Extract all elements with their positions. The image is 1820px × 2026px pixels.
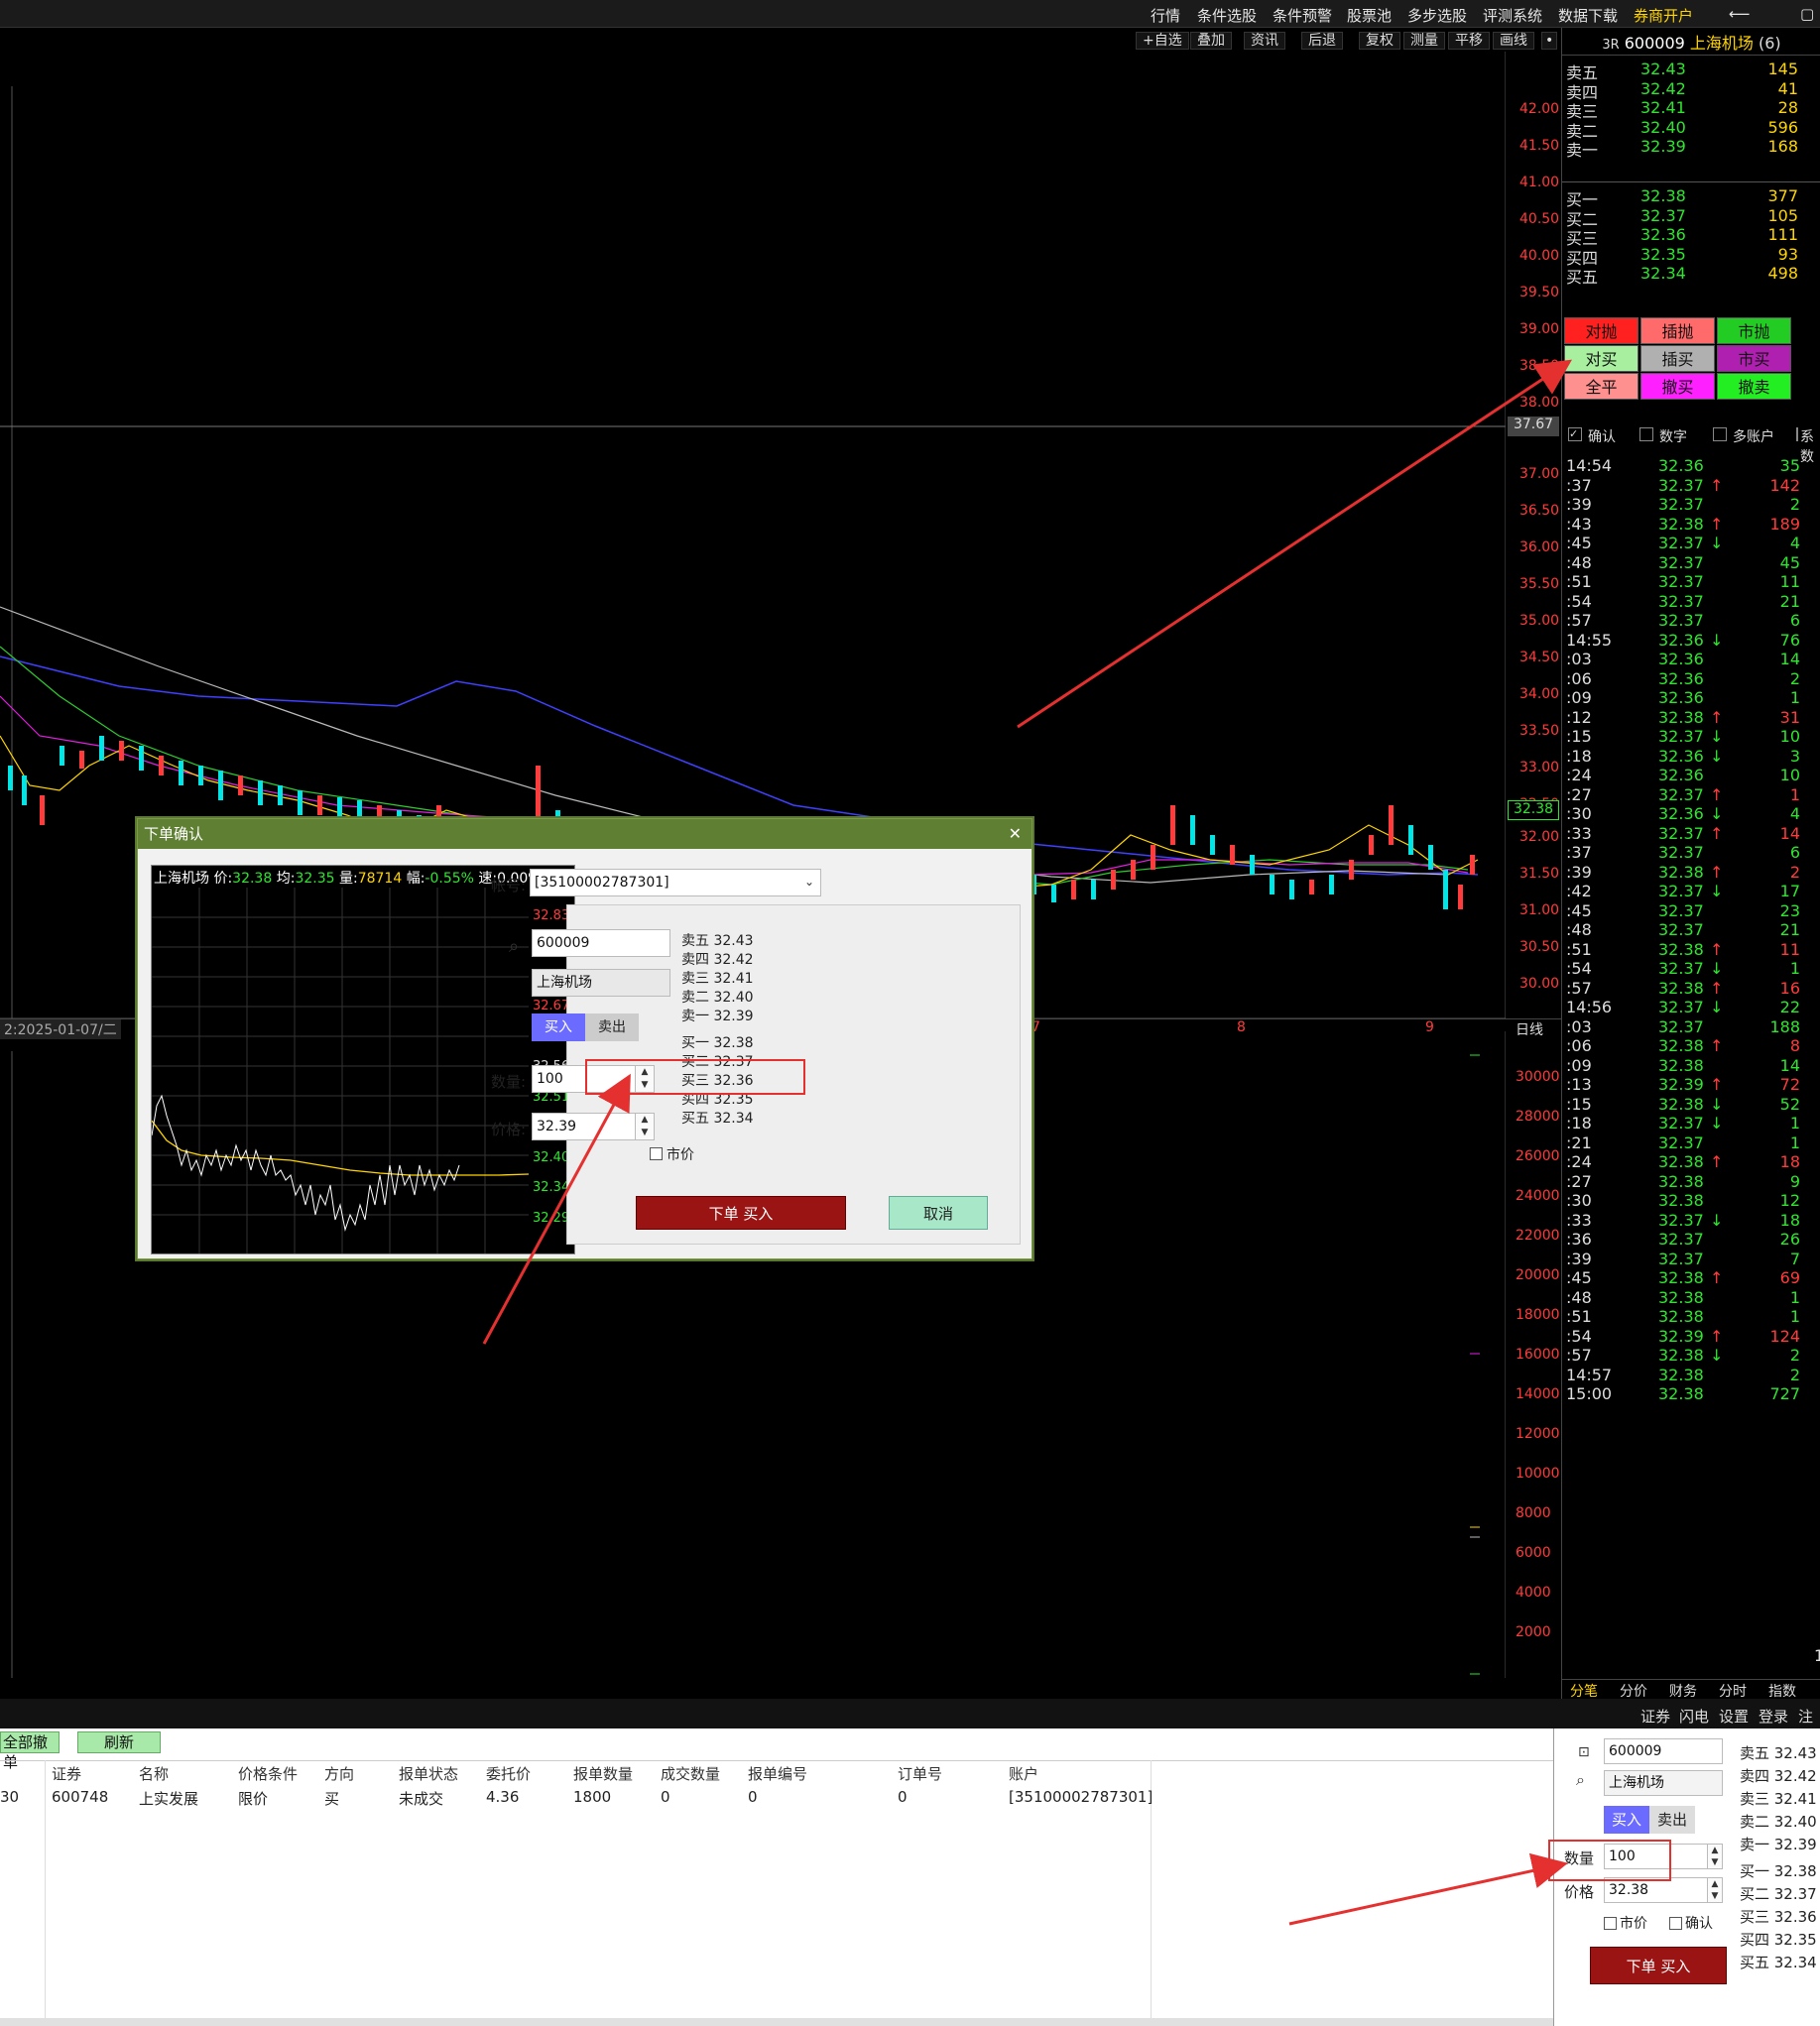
annotation-arrows xyxy=(482,359,1573,1926)
arrow-to-quick-qty xyxy=(1288,1852,1568,1926)
arrow-to-qty xyxy=(482,1073,631,1345)
arrow-to-buy-button xyxy=(1017,359,1573,729)
trading-terminal-window: { "menu": ["行情","条件选股","条件预警","股票池","多步选… xyxy=(0,0,1820,2026)
